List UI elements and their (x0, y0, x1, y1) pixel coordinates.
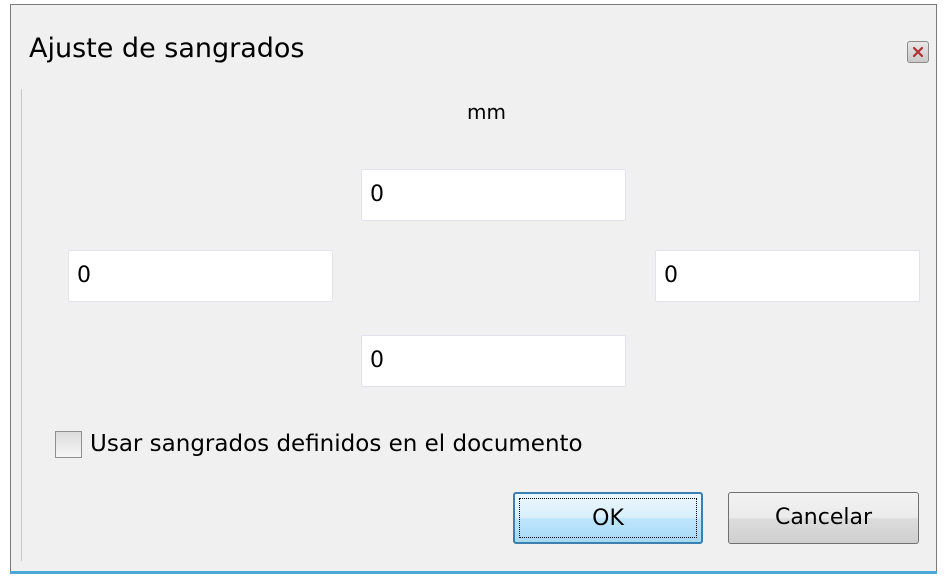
ok-button[interactable]: OK (513, 492, 703, 544)
dialog-title: Ajuste de sangrados (29, 33, 305, 64)
cancel-button[interactable]: Cancelar (728, 492, 919, 544)
bleed-bottom-input[interactable]: 0 (361, 335, 626, 387)
bleed-left-input[interactable]: 0 (68, 250, 333, 302)
ok-button-label: OK (592, 506, 624, 531)
use-document-bleeds-option[interactable]: Usar sangrados definidos en el documento (55, 428, 583, 460)
dialog-window: Ajuste de sangrados mm 0 0 0 0 Usar sang… (10, 4, 937, 574)
cancel-button-label: Cancelar (774, 505, 873, 530)
title-bar: Ajuste de sangrados (11, 5, 936, 89)
close-icon (912, 46, 924, 58)
close-button[interactable] (907, 41, 929, 63)
dialog-content: mm 0 0 0 0 Usar sangrados definidos en e… (21, 89, 926, 561)
bleed-top-input[interactable]: 0 (361, 169, 626, 221)
use-document-bleeds-checkbox[interactable] (55, 430, 82, 458)
window-bottom-edge (10, 571, 937, 574)
bleed-right-input[interactable]: 0 (655, 250, 920, 302)
use-document-bleeds-label[interactable]: Usar sangrados definidos en el documento (90, 431, 583, 457)
units-label: mm (467, 100, 506, 124)
